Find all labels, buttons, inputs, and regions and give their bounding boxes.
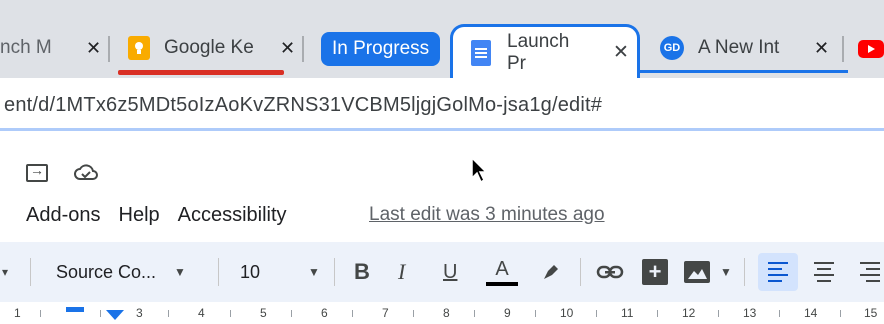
- align-center-icon: [814, 262, 834, 282]
- ruler-tick: [474, 310, 475, 317]
- ruler-tick: [230, 310, 231, 317]
- menu-bar: Add-ons Help Accessibility: [26, 202, 305, 228]
- toolbar-divider: [218, 258, 219, 286]
- menu-help[interactable]: Help: [119, 204, 160, 227]
- mouse-cursor-icon: [470, 156, 488, 189]
- text-color-letter: A: [495, 258, 509, 280]
- ruler-tick: [596, 310, 597, 317]
- font-size-select[interactable]: 10 ▼: [240, 242, 320, 302]
- ruler-number: 12: [682, 306, 696, 320]
- close-icon[interactable]: ✕: [814, 38, 829, 59]
- tab-title: A New Int: [698, 37, 780, 58]
- menu-add-ons[interactable]: Add-ons: [26, 204, 101, 227]
- chevron-down-icon: ▼: [174, 265, 186, 279]
- ruler-number: 9: [504, 306, 511, 320]
- ruler-number: 6: [321, 306, 328, 320]
- toolbar-divider: [744, 258, 745, 286]
- ruler-number: 15: [864, 306, 878, 320]
- ruler-number: 8: [443, 306, 450, 320]
- add-comment-icon[interactable]: +: [642, 259, 668, 285]
- ruler-number: 11: [621, 306, 634, 320]
- ruler-tick: [168, 310, 169, 317]
- tab-group-label[interactable]: In Progress: [321, 32, 441, 66]
- align-left-icon: [768, 262, 788, 282]
- close-icon[interactable]: ✕: [613, 41, 629, 64]
- ruler-number: 13: [743, 306, 757, 320]
- ruler-number: 1: [14, 306, 21, 320]
- ruler-number: 4: [198, 306, 205, 320]
- font-family-value: Source Co...: [56, 261, 157, 282]
- ruler-tick: [40, 310, 41, 317]
- tab-divider: [842, 36, 844, 62]
- tab-divider: [302, 36, 304, 62]
- browser-tab-google-keep[interactable]: Google Ke ✕: [118, 24, 296, 72]
- insert-image-icon[interactable]: [684, 261, 710, 283]
- font-size-value: 10: [240, 261, 261, 282]
- bold-button[interactable]: B: [354, 242, 370, 302]
- toolbar-divider: [30, 258, 31, 286]
- tab-divider: [108, 36, 110, 62]
- underline-button[interactable]: U: [443, 242, 457, 302]
- ruler-tick: [291, 310, 292, 317]
- url-text[interactable]: ent/d/1MTx6z5MDt5oIzAoKvZRNS31VCBM5ljgjG…: [4, 94, 602, 117]
- browser-tab[interactable]: GD A New Int ✕: [660, 24, 860, 72]
- ruler-tick: [779, 310, 780, 317]
- align-right-button[interactable]: [856, 242, 884, 302]
- google-docs-icon: [471, 39, 491, 66]
- chevron-down-icon: ▼: [308, 265, 320, 279]
- insert-link-icon[interactable]: [596, 242, 624, 302]
- ruler-number: 5: [260, 306, 267, 320]
- tab-title: Google Ke: [164, 37, 254, 58]
- toolbar-divider: [334, 258, 335, 286]
- formatting-toolbar: ▾ Source Co... ▼ 10 ▼ B I U A + ▼: [0, 242, 884, 302]
- tab-title: Launch Pr: [507, 30, 570, 74]
- cloud-saved-icon[interactable]: [74, 164, 98, 192]
- text-color-button[interactable]: A: [486, 242, 518, 302]
- first-line-indent-marker[interactable]: [66, 307, 84, 312]
- browser-tab-strip: nch M ✕ Google Ke ✕ In Progress Launch P…: [0, 0, 884, 78]
- menu-accessibility[interactable]: Accessibility: [178, 204, 287, 227]
- align-right-icon: [860, 262, 880, 282]
- ruler-tick: [100, 310, 101, 317]
- ruler-tick: [535, 310, 536, 317]
- highlight-pen-icon[interactable]: [540, 242, 562, 302]
- ruler-number: 14: [804, 306, 818, 320]
- ruler-number: 3: [136, 306, 143, 320]
- toolbar-divider: [580, 258, 581, 286]
- tab-activity-bar: [118, 70, 284, 75]
- align-center-button[interactable]: [810, 242, 838, 302]
- ruler-tick: [352, 310, 353, 317]
- address-bar[interactable]: ent/d/1MTx6z5MDt5oIzAoKvZRNS31VCBM5ljgjG…: [0, 78, 884, 134]
- close-icon[interactable]: ✕: [280, 38, 295, 59]
- italic-button[interactable]: I: [398, 242, 405, 302]
- chevron-down-icon[interactable]: ▾: [2, 242, 8, 302]
- ruler-number: 10: [560, 306, 574, 320]
- chevron-down-icon[interactable]: ▼: [720, 242, 732, 302]
- browser-tab[interactable]: nch M ✕: [0, 24, 101, 72]
- font-family-select[interactable]: Source Co... ▼: [56, 242, 186, 302]
- youtube-icon[interactable]: [858, 40, 884, 58]
- ruler-tick: [718, 310, 719, 317]
- google-keep-icon: [128, 36, 150, 60]
- ruler-tick: [657, 310, 658, 317]
- close-icon[interactable]: ✕: [86, 38, 101, 59]
- move-to-folder-icon[interactable]: [26, 162, 48, 182]
- ruler-number: 7: [382, 306, 389, 320]
- ruler-tick: [840, 310, 841, 317]
- tab-title: nch M: [0, 37, 52, 58]
- browser-tab-active[interactable]: Launch Pr ✕: [450, 24, 640, 78]
- gd-site-icon: GD: [660, 36, 684, 60]
- ruler-tick: [413, 310, 414, 317]
- text-color-swatch: [486, 282, 518, 286]
- address-bar-divider: [0, 128, 884, 131]
- left-indent-marker[interactable]: [106, 310, 124, 320]
- last-edit-link[interactable]: Last edit was 3 minutes ago: [369, 204, 605, 226]
- align-left-button[interactable]: [758, 253, 798, 291]
- horizontal-ruler[interactable]: 1 3 4 5 6 7 8 9 10 11 12 13 14 15: [0, 306, 884, 324]
